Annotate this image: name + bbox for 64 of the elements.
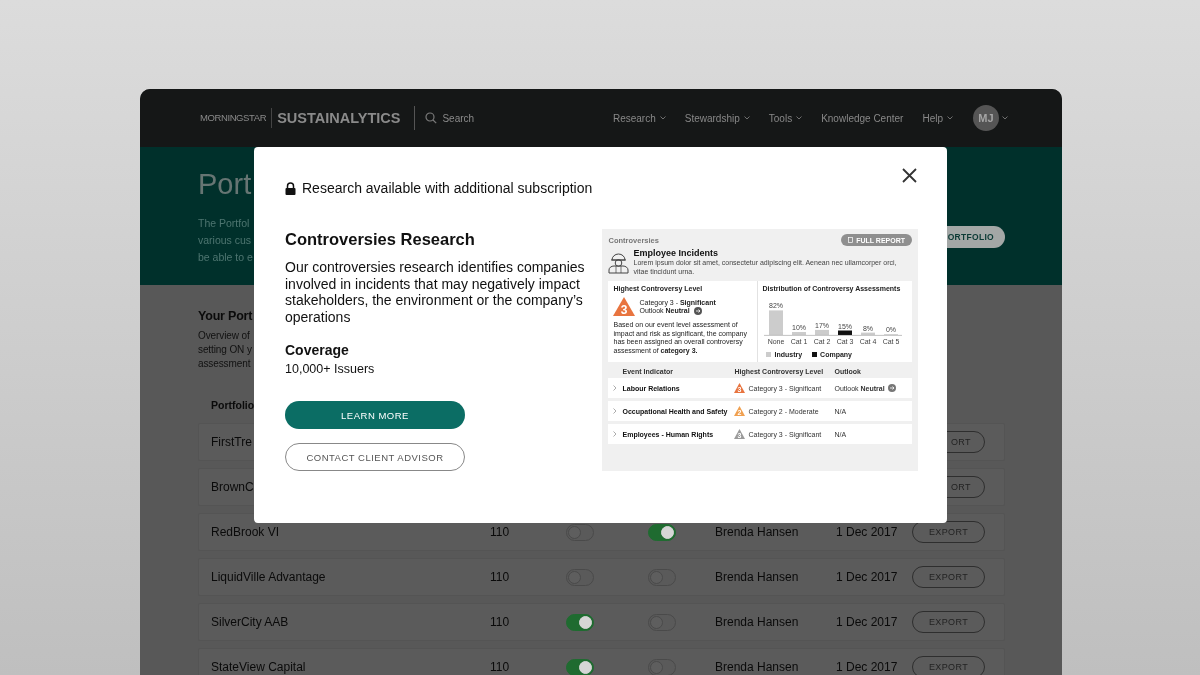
coverage-heading: Coverage <box>285 341 349 359</box>
search-icon <box>425 112 438 124</box>
brand-name: SUSTAINALYTICS <box>277 110 401 126</box>
date-cell: 1 Dec 2017 <box>836 525 898 539</box>
owner-name: Brenda Hansen <box>715 660 799 674</box>
portfolio-name: SilverCity AAB <box>211 615 289 629</box>
owner-name: Brenda Hansen <box>715 615 799 629</box>
portfolio-name: BrownC <box>211 480 254 494</box>
section-text: setting ON y <box>198 343 252 357</box>
toggle-switch[interactable] <box>566 523 594 541</box>
count-cell: 110 <box>490 660 510 674</box>
chart-bar <box>792 332 807 335</box>
chevron-icon <box>613 408 618 414</box>
portfolio-name: StateView Capital <box>211 660 306 674</box>
preview-title: Employee Incidents <box>633 248 719 258</box>
intro-text: The Portfol <box>198 216 250 231</box>
page-title: Port <box>198 167 252 201</box>
logo: MORNINGSTAR <box>200 108 273 128</box>
toggle-switch[interactable] <box>566 658 594 675</box>
close-icon[interactable] <box>902 168 917 183</box>
coverage-value: 10,000+ Issuers <box>285 362 375 377</box>
search-field[interactable]: Search <box>442 112 483 124</box>
document-icon <box>848 237 854 243</box>
portfolio-name: RedBrook VI <box>211 525 280 539</box>
date-cell: 1 Dec 2017 <box>836 570 898 584</box>
toggle-switch[interactable] <box>566 613 594 631</box>
chart-bar <box>769 310 784 335</box>
research-description: Our controversies research identifies companies involved in incidents that may negatively impact stakeholders, the environment or the company’s operations <box>285 259 586 325</box>
count-cell: 110 <box>490 525 510 539</box>
count-cell: 110 <box>490 570 510 584</box>
section-text: assessment <box>198 357 251 371</box>
research-heading: Controversies Research <box>285 229 475 249</box>
section-title: Your Port <box>198 308 253 325</box>
level-badge: 3 <box>613 297 636 316</box>
chevron-icon <box>613 431 618 437</box>
portfolio-name: FirstTre <box>211 435 252 449</box>
toggle-switch[interactable] <box>648 523 676 541</box>
nav-link[interactable]: Stewardship <box>684 112 750 124</box>
count-cell: 110 <box>490 615 510 629</box>
nav-link[interactable]: Knowledge Center <box>821 112 904 124</box>
worker-icon <box>608 250 630 274</box>
arrow-icon <box>693 306 702 315</box>
intro-text: be able to e <box>198 250 253 265</box>
chart-bar <box>861 332 876 335</box>
portfolio-name: LiquidVille Advantage <box>211 570 326 584</box>
owner-name: Brenda Hansen <box>715 525 799 539</box>
lock-icon <box>285 181 296 195</box>
chart-bar <box>815 329 830 335</box>
date-cell: 1 Dec 2017 <box>836 615 898 629</box>
owner-name: Brenda Hansen <box>715 570 799 584</box>
date-cell: 1 Dec 2017 <box>836 660 898 674</box>
intro-text: various cus <box>198 233 252 248</box>
chart-bar <box>838 330 853 335</box>
nav-link[interactable]: Research <box>612 112 666 124</box>
user-avatar[interactable]: MJ <box>973 105 999 131</box>
chevron-icon <box>613 385 618 391</box>
contact-advisor-button[interactable]: CONTACT CLIENT ADVISOR <box>285 443 465 471</box>
column-header: Portfolio <box>211 398 255 412</box>
nav-link[interactable]: Help <box>922 112 953 124</box>
nav-link[interactable]: Tools <box>768 112 803 124</box>
section-text: Overview of <box>198 329 250 343</box>
caret-icon[interactable] <box>1002 116 1008 120</box>
dialog-title: Research available with additional subscription <box>302 180 593 196</box>
learn-more-button[interactable]: LEARN MORE <box>285 401 465 429</box>
